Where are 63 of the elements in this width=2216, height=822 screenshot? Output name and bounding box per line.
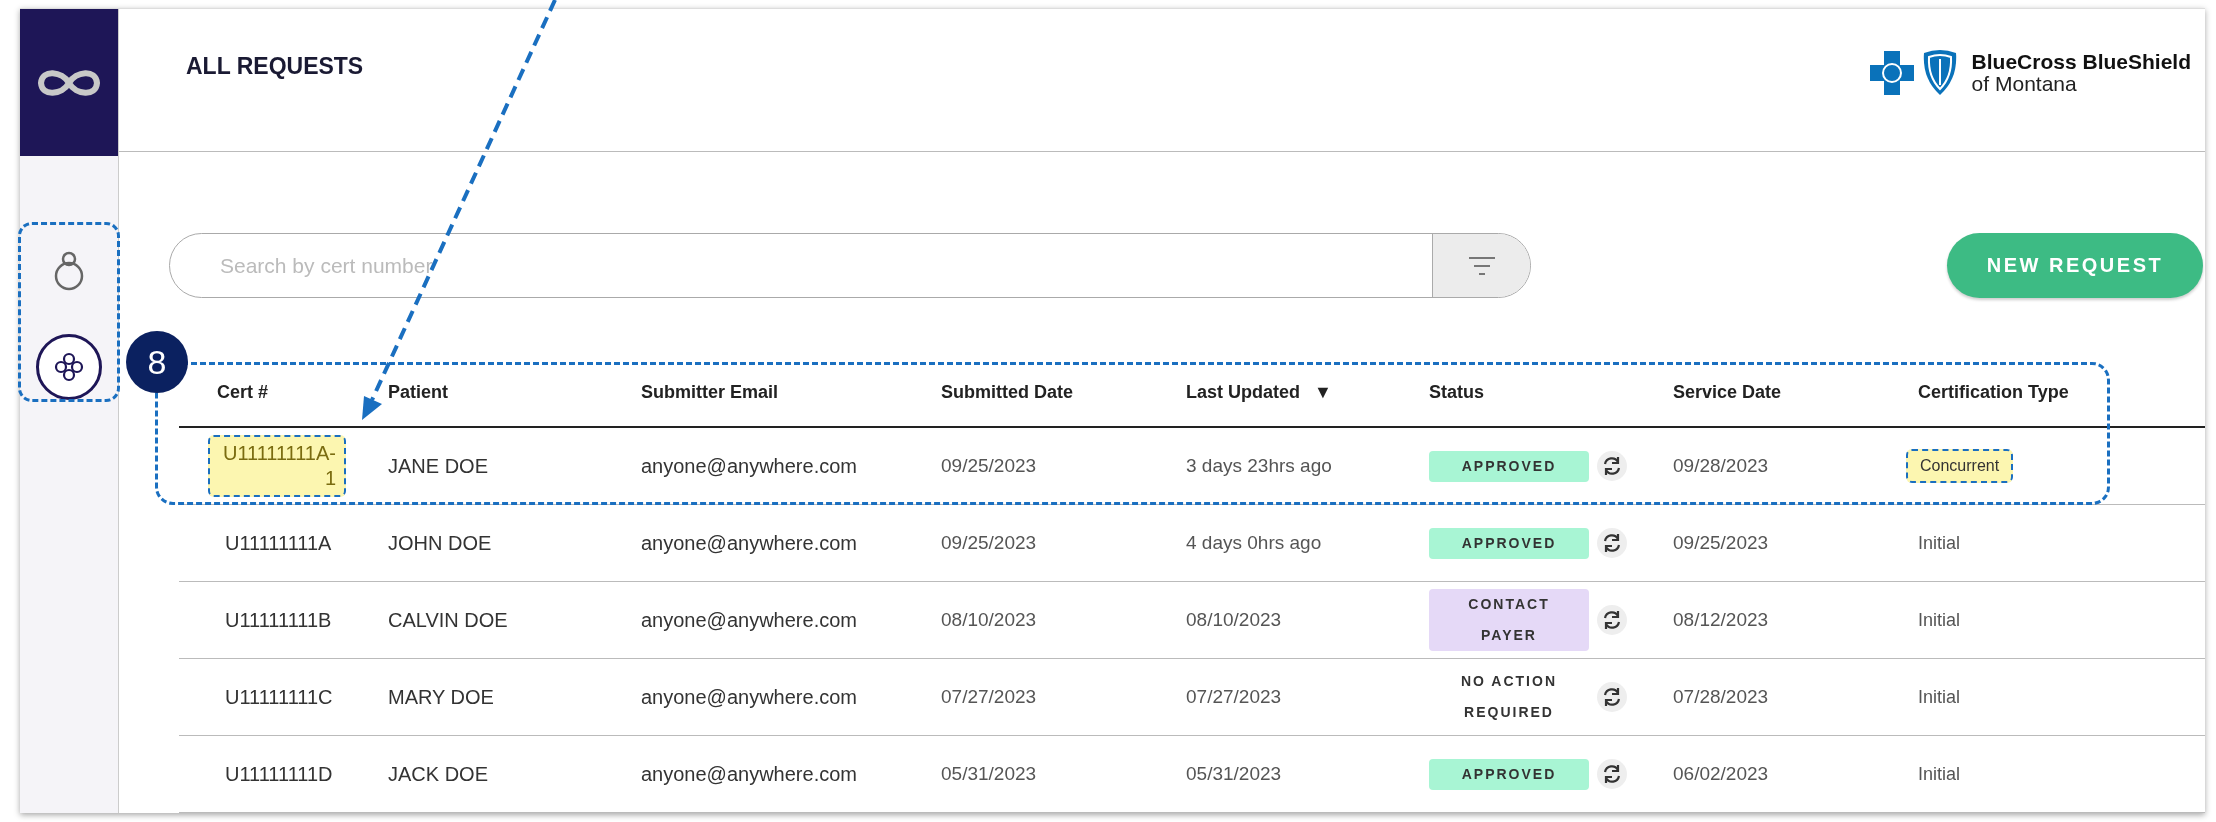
last-updated: 07/27/2023 [1186,686,1282,708]
patient-name: JOHN DOE [388,531,492,555]
last-updated: 3 days 23hrs ago [1186,455,1332,477]
column-header[interactable]: Service Date [1673,381,1782,403]
submitter-email: anyone@anywhere.com [641,762,857,786]
cert-number[interactable]: U11111111C [208,681,350,713]
last-updated: 05/31/2023 [1186,763,1282,785]
submitter-email: anyone@anywhere.com [641,531,857,555]
column-header[interactable]: Certification Type [1918,381,2069,403]
patient-name: MARY DOE [388,685,494,709]
service-date: 08/12/2023 [1673,609,1769,631]
submitted-date: 09/25/2023 [941,532,1037,554]
cert-number[interactable]: U11111111D [208,758,350,790]
submitted-date: 09/25/2023 [941,455,1037,477]
service-date: 06/02/2023 [1673,763,1769,785]
last-updated: 08/10/2023 [1186,609,1282,631]
status-label: APPROVED [1429,527,1589,559]
submitted-date: 07/27/2023 [941,686,1037,708]
last-updated: 4 days 0hrs ago [1186,532,1322,554]
submitter-email: anyone@anywhere.com [641,454,857,478]
status-label: NO ACTION REQUIRED [1459,672,1558,722]
column-header[interactable]: Submitter Email [641,381,779,403]
four-circles-icon[interactable] [52,350,86,384]
service-date: 09/28/2023 [1673,455,1769,477]
submitter-email: anyone@anywhere.com [641,685,857,709]
status-label: APPROVED [1429,450,1589,482]
refresh-icon[interactable] [1597,605,1627,635]
refresh-icon[interactable] [1597,759,1627,789]
status-label: APPROVED [1429,758,1589,790]
submitted-date: 05/31/2023 [941,763,1037,785]
cert-number[interactable]: U11111111A-1 [208,435,346,497]
refresh-icon[interactable] [1597,682,1627,712]
service-date: 07/28/2023 [1673,686,1769,708]
column-header[interactable]: Submitted Date [941,381,1073,403]
person-icon[interactable] [52,251,86,291]
cert-number[interactable]: U11111111A [208,527,349,559]
column-header[interactable]: Last Updated [1186,381,1300,403]
page-title: ALL REQUESTS [186,53,364,80]
annotation-number: 8 [126,331,188,393]
cross-logo-icon [1867,49,1916,97]
refresh-icon[interactable] [1597,451,1627,481]
brand-region: of Montana [1971,73,2078,96]
column-header[interactable]: Cert # [217,381,269,403]
certification-type: Concurrent [1906,449,2014,483]
patient-name: JANE DOE [388,454,489,478]
certification-type: Initial [1918,532,1961,554]
refresh-icon[interactable] [1597,528,1627,558]
requests-nav-button[interactable] [36,334,102,400]
certification-type: Initial [1918,609,1961,631]
status-label: CONTACT PAYER [1429,589,1589,651]
certification-type: Initial [1918,763,1961,785]
patient-name: JACK DOE [388,762,489,786]
column-header[interactable]: Status [1429,381,1484,403]
certification-type: Initial [1918,686,1961,708]
column-header[interactable]: Patient [388,381,448,403]
brand-name: BlueCross BlueShield [1971,50,2191,73]
service-date: 09/25/2023 [1673,532,1769,554]
submitter-email: anyone@anywhere.com [641,608,857,632]
cert-number[interactable]: U11111111B [208,604,349,636]
sort-indicator[interactable]: ▼ [1314,381,1332,403]
patient-name: CALVIN DOE [388,608,508,632]
submitted-date: 08/10/2023 [941,609,1037,631]
filter-icon[interactable] [1466,254,1497,277]
